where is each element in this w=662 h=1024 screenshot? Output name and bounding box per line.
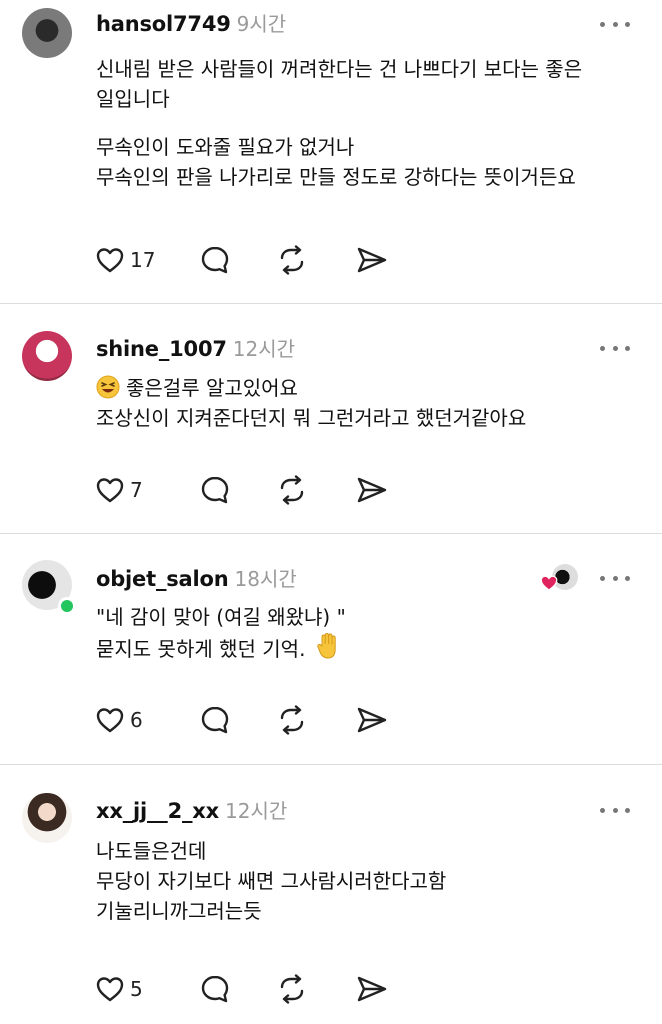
online-status-indicator [58, 597, 76, 615]
repost-icon [280, 475, 304, 505]
repost-icon [280, 974, 304, 1004]
post-body: "네 감이 맞아 (여길 왜왔냐) " 묻지도 못하게 했던 기억. [96, 602, 632, 664]
repost-button[interactable] [276, 243, 356, 277]
heart-icon [96, 708, 124, 733]
share-button[interactable] [356, 703, 396, 737]
post-text-line: 무당이 자기보다 쌔면 그사람시러한다고함 [96, 869, 447, 893]
comment-bubble-icon [201, 246, 229, 274]
like-button[interactable]: 5 [96, 972, 200, 1006]
repost-button[interactable] [276, 972, 356, 1006]
timestamp: 9시간 [236, 12, 287, 36]
username[interactable]: xx_jj__2_xx [96, 799, 219, 823]
repost-icon [280, 705, 304, 735]
post-text-line: "네 감이 맞아 (여길 왜왔냐) " [96, 605, 346, 629]
timestamp: 12시간 [232, 337, 296, 361]
share-button[interactable] [356, 473, 396, 507]
send-icon [357, 477, 387, 503]
like-count: 17 [130, 248, 156, 272]
post-body: 좋은걸루 알고있어요 조상신이 지켜준다던지 뭐 그런거라고 했던거같아요 [96, 373, 632, 433]
divider [0, 303, 662, 304]
comment-bubble-icon [201, 975, 229, 1003]
post-text-line: 좋은걸루 알고있어요 [126, 376, 298, 400]
more-options-icon[interactable] [600, 344, 630, 352]
repost-icon [280, 245, 304, 275]
username[interactable]: objet_salon [96, 567, 229, 591]
reply-button[interactable] [200, 703, 276, 737]
heart-icon [96, 977, 124, 1002]
divider [0, 533, 662, 534]
timestamp: 18시간 [234, 567, 297, 591]
send-icon [357, 247, 387, 273]
post-text-line: 나도들은건데 [96, 839, 207, 863]
post-text-line: 기눌리니까그러는듯 [96, 899, 262, 923]
raised-hand-emoji [317, 632, 336, 659]
timestamp: 12시간 [225, 799, 288, 823]
more-options-icon[interactable] [600, 574, 630, 582]
post-text-line: 묻지도 못하게 했던 기억. [96, 637, 306, 661]
divider [0, 764, 662, 765]
heart-icon [96, 478, 124, 503]
author-liked-badge [540, 564, 578, 594]
avatar[interactable] [22, 331, 72, 381]
share-button[interactable] [356, 972, 396, 1006]
post-text-line: 무속인이 도와줄 필요가 없거나 [96, 135, 355, 159]
like-count: 5 [130, 977, 143, 1001]
like-button[interactable]: 7 [96, 473, 200, 507]
post-body: 신내림 받은 사람들이 꺼려한다는 건 나쁘다기 보다는 좋은 일입니다 무속인… [96, 54, 632, 192]
like-button[interactable]: 6 [96, 703, 200, 737]
post-text-line: 조상신이 지켜준다던지 뭐 그런거라고 했던거같아요 [96, 406, 527, 430]
username[interactable]: shine_1007 [96, 337, 227, 361]
reply-button[interactable] [200, 972, 276, 1006]
share-button[interactable] [356, 243, 396, 277]
post-body: 나도들은건데 무당이 자기보다 쌔면 그사람시러한다고함 기눌리니까그러는듯 [96, 836, 632, 926]
post-text-line: 무속인의 판을 나가리로 만들 정도로 강하다는 뜻이거든요 [96, 165, 576, 189]
post-text-line: 일입니다 [96, 87, 170, 111]
send-icon [357, 707, 387, 733]
avatar[interactable] [22, 8, 72, 58]
post-text-line: 신내림 받은 사람들이 꺼려한다는 건 나쁘다기 보다는 좋은 [96, 57, 583, 81]
more-options-icon[interactable] [600, 20, 630, 28]
username[interactable]: hansol7749 [96, 12, 231, 36]
like-button[interactable]: 17 [96, 243, 200, 277]
like-count: 6 [130, 708, 143, 732]
comment-bubble-icon [201, 706, 229, 734]
more-options-icon[interactable] [600, 806, 630, 814]
avatar[interactable] [22, 793, 72, 843]
reply-button[interactable] [200, 473, 276, 507]
author-liked-heart-icon [540, 575, 558, 591]
send-icon [357, 976, 387, 1002]
reply-button[interactable] [200, 243, 276, 277]
like-count: 7 [130, 478, 143, 502]
comment-bubble-icon [201, 476, 229, 504]
repost-button[interactable] [276, 473, 356, 507]
grinning-squint-emoji [96, 375, 120, 399]
repost-button[interactable] [276, 703, 356, 737]
heart-icon [96, 248, 124, 273]
